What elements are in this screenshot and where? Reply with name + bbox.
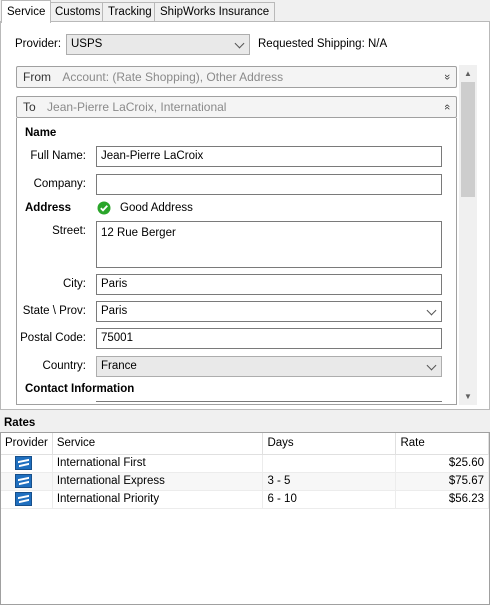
rates-table: Provider Service Days Rate International… — [1, 433, 489, 509]
vertical-scrollbar[interactable]: ▲ ▼ — [459, 65, 477, 405]
from-section-summary: Account: (Rate Shopping), Other Address — [62, 70, 284, 84]
usps-icon — [15, 492, 32, 506]
street-field[interactable]: 12 Rue Berger — [96, 221, 442, 268]
to-section-header[interactable]: To Jean-Pierre LaCroix, International « — [16, 96, 457, 118]
address-validation-status[interactable]: Good Address — [120, 202, 193, 214]
country-value: France — [101, 360, 137, 372]
tab-customs[interactable]: Customs — [49, 2, 107, 22]
column-header-rate[interactable]: Rate — [395, 433, 489, 455]
to-section-body: Name Full Name: Jean-Pierre LaCroix Comp… — [16, 118, 457, 405]
rate-cell: $56.23 — [395, 490, 489, 509]
tab-tracking[interactable]: Tracking — [102, 2, 158, 22]
table-row[interactable]: International Express 3 - 5 $75.67 — [1, 472, 489, 491]
column-header-service[interactable]: Service — [52, 433, 264, 455]
days-cell: 3 - 5 — [262, 472, 397, 491]
column-header-provider[interactable]: Provider — [1, 433, 53, 455]
requested-shipping-label: Requested Shipping: N/A — [258, 38, 388, 50]
company-label: Company: — [33, 178, 86, 190]
days-cell — [262, 454, 397, 473]
scroll-up-icon[interactable]: ▲ — [459, 65, 477, 82]
table-row[interactable]: International First $25.60 — [1, 454, 489, 473]
rate-cell: $25.60 — [395, 454, 489, 473]
city-label: City: — [63, 278, 86, 290]
provider-dropdown[interactable]: USPS — [66, 34, 250, 55]
rate-cell: $75.67 — [395, 472, 489, 491]
state-label: State \ Prov: — [22, 305, 86, 317]
postal-code-field[interactable]: 75001 — [96, 328, 442, 349]
service-cell: International First — [52, 454, 264, 473]
name-heading: Name — [25, 127, 57, 139]
from-section-header[interactable]: From Account: (Rate Shopping), Other Add… — [16, 66, 457, 88]
collapse-icon[interactable]: « — [437, 104, 457, 110]
check-icon — [97, 201, 111, 215]
usps-icon — [15, 474, 32, 488]
address-heading: Address — [25, 202, 72, 214]
to-section-title: To — [23, 100, 36, 114]
column-header-days[interactable]: Days — [262, 433, 397, 455]
scrollbar-thumb[interactable] — [461, 82, 475, 197]
table-row[interactable]: International Priority 6 - 10 $56.23 — [1, 490, 489, 509]
full-name-label: Full Name: — [30, 150, 86, 162]
chevron-down-icon — [426, 360, 437, 371]
rates-grid: Provider Service Days Rate International… — [0, 432, 490, 605]
scroll-down-icon[interactable]: ▼ — [459, 388, 477, 405]
tab-shipworks-insurance[interactable]: ShipWorks Insurance — [154, 2, 276, 22]
country-label: Country: — [42, 360, 86, 372]
service-cell: International Priority — [52, 490, 264, 509]
city-field[interactable]: Paris — [96, 274, 442, 295]
chevron-down-icon — [234, 38, 245, 49]
state-dropdown[interactable]: Paris — [96, 301, 442, 322]
service-cell: International Express — [52, 472, 264, 491]
state-value: Paris — [101, 305, 128, 317]
chevron-down-icon — [426, 305, 437, 316]
street-label: Street: — [52, 225, 86, 237]
company-field[interactable] — [96, 174, 442, 195]
full-name-field[interactable]: Jean-Pierre LaCroix — [96, 146, 442, 167]
days-cell: 6 - 10 — [262, 490, 397, 509]
tab-strip: Service Customs Tracking ShipWorks Insur… — [0, 0, 490, 23]
provider-label: Provider: — [15, 38, 62, 50]
country-dropdown[interactable]: France — [96, 356, 442, 377]
from-section-title: From — [23, 70, 51, 84]
provider-value: USPS — [71, 38, 103, 50]
contact-heading: Contact Information — [25, 383, 135, 395]
tab-service[interactable]: Service — [1, 0, 52, 23]
usps-icon — [15, 456, 32, 470]
contact-field-partial[interactable] — [96, 401, 442, 404]
rates-header-row: Provider Service Days Rate — [1, 433, 489, 455]
rates-title: Rates — [4, 417, 36, 429]
postal-code-label: Postal Code: — [20, 332, 86, 344]
to-section-summary: Jean-Pierre LaCroix, International — [47, 100, 227, 114]
expand-icon[interactable]: » — [437, 74, 457, 80]
